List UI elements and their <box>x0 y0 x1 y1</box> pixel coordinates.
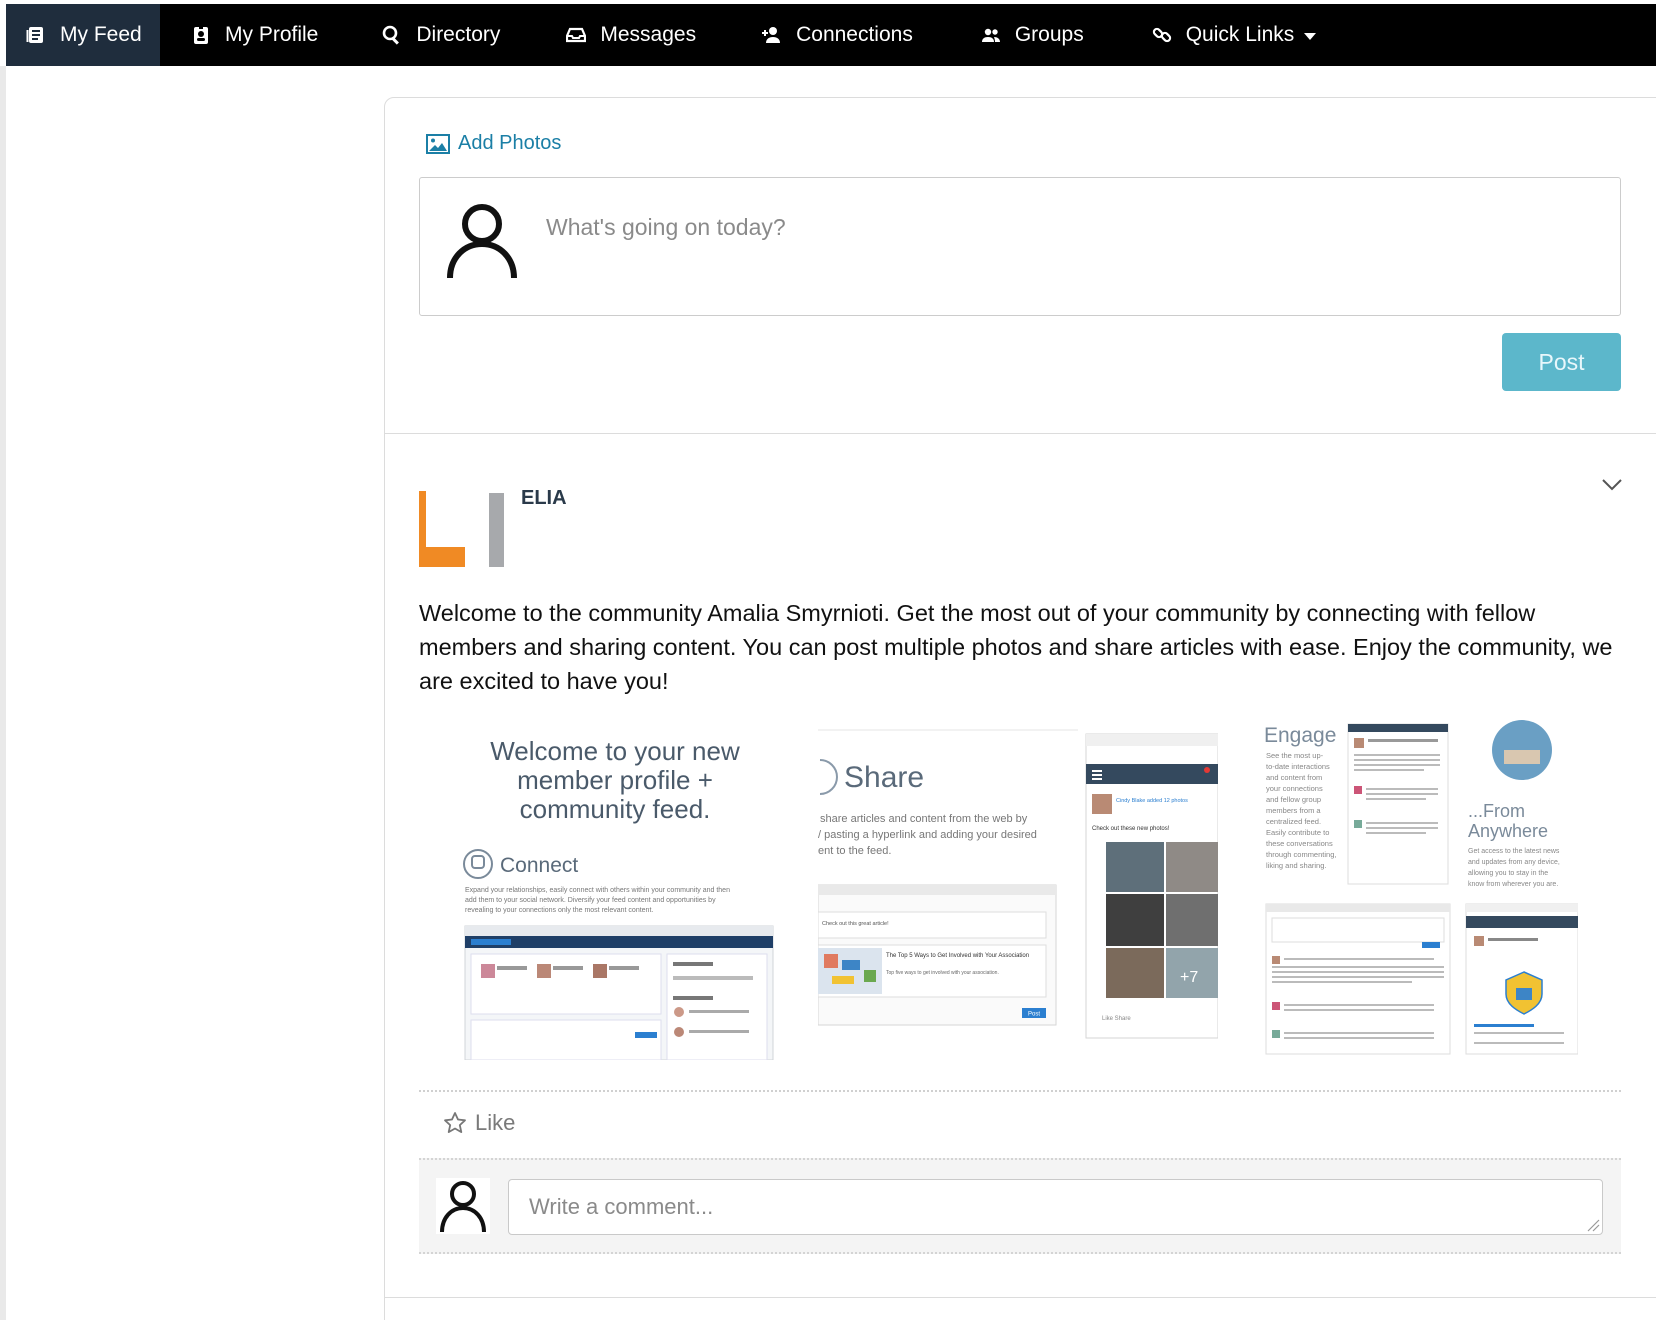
engage-graphic: Engage See the most up- to-date interact… <box>1262 720 1579 1060</box>
connect-desc-line: Expand your relationships, easily connec… <box>465 887 730 894</box>
engage-feed-thumbnail <box>1347 723 1449 885</box>
welcome-graphic: Welcome to your new member profile + com… <box>445 720 785 1061</box>
user-avatar-icon <box>447 204 517 279</box>
more-photos-count: +7 <box>1180 969 1198 986</box>
comment-input[interactable]: Write a comment... <box>508 1179 1603 1235</box>
welcome-heading-line: community feed. <box>520 794 711 824</box>
connect-heading: Connect <box>500 854 578 877</box>
left-edge <box>0 66 6 1320</box>
phone-thumbnail: Cindy Blake added 12 photos Check out th… <box>1085 733 1219 1039</box>
phone-actions: Like Share <box>1102 1016 1131 1022</box>
post-image-engage[interactable]: Engage See the most up- to-date interact… <box>1262 720 1579 1060</box>
welcome-heading-line: member profile + <box>517 765 713 795</box>
post-author[interactable]: ELIA <box>521 487 567 510</box>
engage-desc-line: and content from <box>1266 773 1322 782</box>
post-button[interactable]: Post <box>1502 333 1621 391</box>
nav-label: Directory <box>416 23 501 46</box>
article-sub: Top five ways to get involved with your … <box>886 970 999 976</box>
share-heading: Share <box>844 761 924 794</box>
image-icon <box>426 133 450 154</box>
engage-heading: Engage <box>1264 724 1336 747</box>
star-icon <box>444 1112 466 1133</box>
chevron-down-icon <box>1304 32 1317 40</box>
user-avatar-icon <box>436 1178 490 1234</box>
nav-directory[interactable]: Directory <box>380 4 500 66</box>
anywhere-desc-line: and updates from any device, <box>1468 859 1560 866</box>
share-desc-line: ent to the feed. <box>818 845 891 857</box>
share-graphic: Share share articles and content from th… <box>817 720 1219 1060</box>
add-photos-link[interactable]: Add Photos <box>426 132 561 155</box>
share-desc-line: / pasting a hyperlink and adding your de… <box>818 829 1037 841</box>
engage-desc-line: Easily contribute to <box>1266 828 1329 837</box>
inbox-icon <box>564 23 588 47</box>
phone-thumbnail-2 <box>1465 903 1579 1055</box>
article-title: The Top 5 Ways to Get Involved with Your… <box>886 953 1029 959</box>
nav-label: Messages <box>600 23 697 46</box>
nav-my-feed[interactable]: My Feed <box>6 4 160 66</box>
post-body: Welcome to the community Amalia Smyrniot… <box>419 600 1613 694</box>
share-form-thumbnail: Check out this great article! The Top 5 … <box>817 884 1057 1026</box>
share-comment-hint: Check out this great article! <box>822 921 889 927</box>
share-desc-line: share articles and content from the web … <box>820 813 1028 825</box>
nav-label: Quick Links <box>1185 23 1295 46</box>
user-plus-icon <box>760 23 784 47</box>
connect-desc-line: add them to your social network. Diversi… <box>465 897 716 904</box>
comment-placeholder: Write a comment... <box>529 1194 714 1219</box>
nav-label: Connections <box>796 23 913 46</box>
nav-my-profile[interactable]: My Profile <box>189 4 318 66</box>
section-divider <box>384 1297 1656 1298</box>
author-logo <box>419 491 504 567</box>
search-icon <box>380 23 404 47</box>
newspaper-icon <box>24 23 48 47</box>
phone-poster: Cindy Blake added 12 photos <box>1116 798 1188 804</box>
link-icon <box>1150 23 1174 47</box>
composer-placeholder: What's going on today? <box>546 214 786 240</box>
engage-desc-line: and fellow group <box>1266 795 1321 804</box>
engage-desc-line: liking and sharing. <box>1266 861 1326 870</box>
post-composer[interactable]: What's going on today? <box>419 177 1621 316</box>
share-form-post-button: Post <box>1028 1012 1040 1018</box>
engage-desc-line: centralized feed. <box>1266 817 1321 826</box>
anywhere-desc-line: Get access to the latest news <box>1468 848 1560 855</box>
users-icon <box>979 23 1003 47</box>
nav-messages[interactable]: Messages <box>564 4 696 66</box>
phone-caption: Check out these new photos! <box>1092 826 1170 832</box>
section-divider <box>384 433 1656 434</box>
post-image-welcome[interactable]: Welcome to your new member profile + com… <box>445 720 785 1061</box>
nav-label: My Profile <box>225 23 319 46</box>
connect-desc-line: revealing to your connections only the m… <box>465 907 653 914</box>
nav-label: My Feed <box>60 23 142 46</box>
anywhere-heading-line: Anywhere <box>1468 821 1548 841</box>
engage-desc-line: your connections <box>1266 784 1323 793</box>
anywhere-desc-line: know from wherever you are. <box>1468 881 1558 888</box>
anywhere-heading-line: ...From <box>1468 801 1525 821</box>
add-photos-label: Add Photos <box>458 132 562 154</box>
resize-handle-icon[interactable] <box>1586 1218 1600 1232</box>
top-navigation: My Feed My Profile Directory Messages Co… <box>6 4 1656 66</box>
screenshot-thumbnail <box>464 925 774 1061</box>
post-separator <box>419 1090 1621 1092</box>
engage-desc-line: See the most up- <box>1266 751 1324 760</box>
engage-feed-thumbnail-2 <box>1265 903 1451 1055</box>
engage-desc-line: to-date interactions <box>1266 762 1330 771</box>
like-button[interactable]: Like <box>443 1110 515 1136</box>
id-badge-icon <box>189 23 213 47</box>
anywhere-desc-line: allowing you to stay in the <box>1468 870 1548 877</box>
welcome-heading-line: Welcome to your new <box>490 736 740 766</box>
chevron-down-icon[interactable] <box>1600 474 1624 494</box>
post-image-share[interactable]: Share share articles and content from th… <box>817 720 1219 1060</box>
like-label: Like <box>475 1110 516 1135</box>
nav-quick-links[interactable]: Quick Links <box>1150 4 1317 66</box>
nav-groups[interactable]: Groups <box>979 4 1084 66</box>
engage-desc-line: through commenting, <box>1266 850 1336 859</box>
nav-label: Groups <box>1014 23 1084 46</box>
engage-desc-line: members from a <box>1266 806 1321 815</box>
nav-connections[interactable]: Connections <box>760 4 913 66</box>
engage-desc-line: these conversations <box>1266 839 1333 848</box>
